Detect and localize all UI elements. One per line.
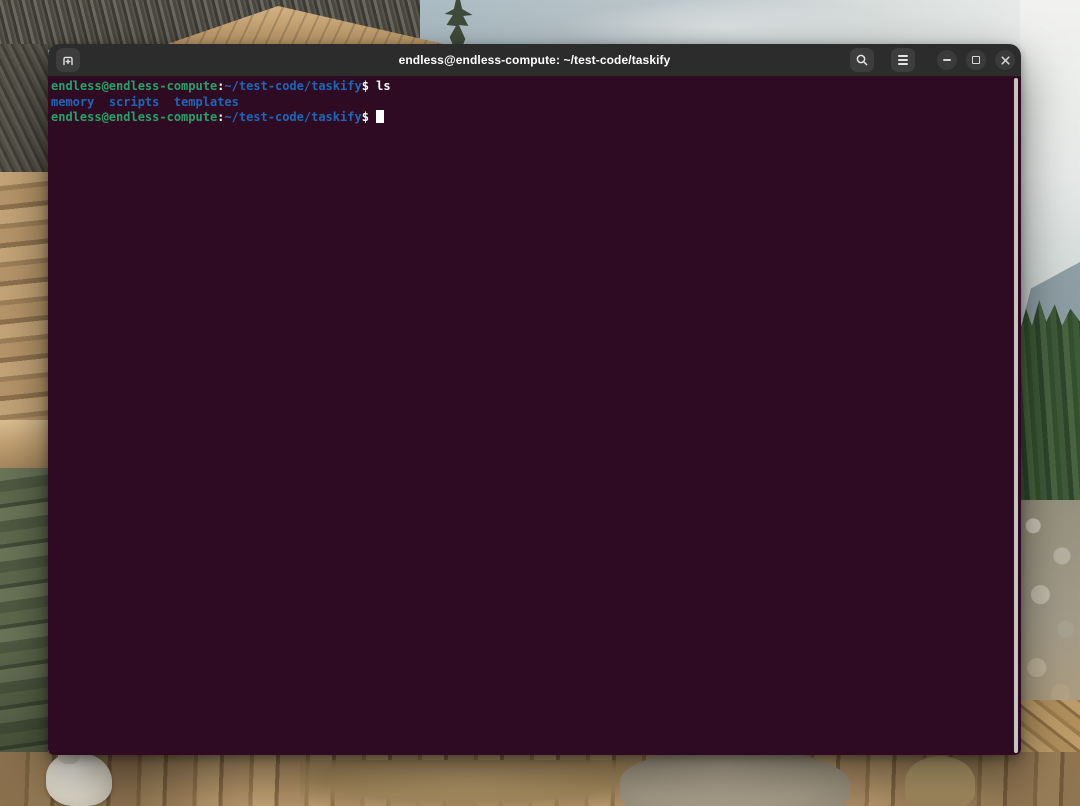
terminal-window: endless@endless-compute: ~/test-code/tas… [48,44,1021,755]
wallpaper-left-shingles [0,172,48,422]
terminal-viewport[interactable]: endless@endless-compute:~/test-code/task… [48,76,1021,755]
terminal-text-segment: templates [174,95,239,109]
wallpaper-rocky-slope [1020,500,1080,715]
terminal-text-segment: $ [362,79,376,93]
terminal-text-segment: endless@endless-compute [51,110,217,124]
terminal-text-segment: scripts [109,95,160,109]
headerbar[interactable]: endless@endless-compute: ~/test-code/tas… [48,44,1021,76]
wallpaper-white-bird-carving [46,752,112,806]
close-button[interactable] [995,50,1015,70]
terminal-line: endless@endless-compute:~/test-code/task… [51,79,1007,95]
new-tab-button[interactable] [56,48,80,72]
terminal-text-segment [94,95,108,109]
maximize-icon [972,56,980,64]
terminal-cursor [376,110,384,123]
terminal-text-segment: $ [362,110,376,124]
terminal-line: memory scripts templates [51,95,1007,111]
terminal-scrollbar-thumb[interactable] [1014,78,1018,753]
minimize-icon [943,59,951,61]
wallpaper-left-twigs [0,44,48,174]
terminal-line: endless@endless-compute:~/test-code/task… [51,110,1007,126]
terminal-scrollbar[interactable] [1013,78,1019,753]
hamburger-menu-icon [898,55,908,65]
close-icon [1000,55,1011,66]
terminal-text-segment: ~/test-code/taskify [224,110,361,124]
search-button[interactable] [850,48,874,72]
menu-button[interactable] [891,48,915,72]
wallpaper-left-beam [0,420,48,470]
minimize-button[interactable] [937,50,957,70]
terminal-text-segment: memory [51,95,94,109]
terminal-text-segment: ~/test-code/taskify [224,79,361,93]
terminal-text-segment: ls [376,79,390,93]
new-tab-icon [60,52,76,68]
wallpaper-sandy-ground [300,760,640,806]
wallpaper-cloud [560,0,890,46]
wallpaper-right-trees [1020,300,1080,515]
terminal-text-segment: endless@endless-compute [51,79,217,93]
maximize-button[interactable] [966,50,986,70]
terminal-output: endless@endless-compute:~/test-code/task… [51,79,1007,126]
terminal-text-segment [159,95,173,109]
desktop: endless@endless-compute: ~/test-code/tas… [0,0,1080,806]
search-icon [855,53,869,67]
wallpaper-stone [905,756,975,806]
